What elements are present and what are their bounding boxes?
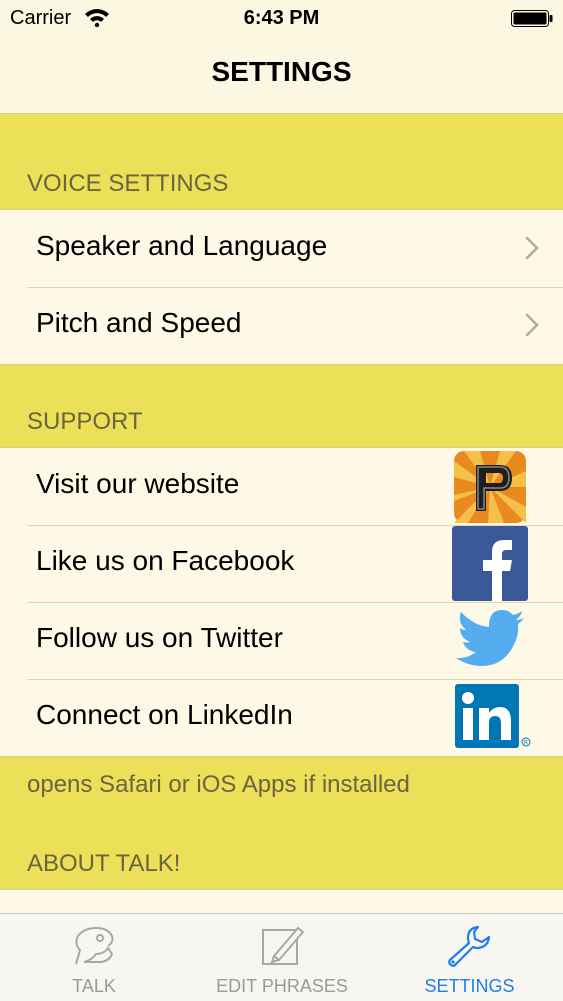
twitter-row[interactable]: Follow us on Twitter [0,602,563,679]
about-header: ABOUT TALK! [27,850,181,877]
tab-label: EDIT PHRASES [216,976,348,996]
svg-text:R: R [524,740,528,747]
status-bar: Carrier 6:43 PM [0,0,563,36]
row-label: Speaker and Language [36,230,328,261]
chevron-right-icon [525,236,539,260]
talk-icon [75,926,114,965]
app-logo-icon [454,451,526,523]
voice-settings-group: Speaker and Language Pitch and Speed [0,209,563,365]
tab-label: SETTINGS [424,976,515,996]
battery-icon [511,10,553,27]
tab-bar: TALK EDIT PHRASES SETTINGS [0,913,563,1001]
tab-edit-phrases[interactable]: EDIT PHRASES [188,914,376,1001]
facebook-icon [452,526,528,601]
pitch-speed-row[interactable]: Pitch and Speed [0,287,563,364]
tab-talk[interactable]: TALK [0,914,188,1001]
linkedin-row[interactable]: Connect on LinkedIn R [0,679,563,756]
tab-label: TALK [72,976,116,996]
support-footer-note: opens Safari or iOS Apps if installed [27,771,410,798]
chevron-right-icon [525,313,539,337]
linkedin-icon: R [455,684,531,748]
support-header: SUPPORT [27,408,143,435]
speaker-language-row[interactable]: Speaker and Language [0,210,563,287]
clock: 6:43 PM [243,7,320,29]
tab-settings[interactable]: SETTINGS [376,914,563,1001]
row-label: Like us on Facebook [36,545,295,576]
row-label: Follow us on Twitter [36,622,283,653]
row-label: Connect on LinkedIn [36,699,293,730]
row-label: Pitch and Speed [36,307,242,338]
facebook-row[interactable]: Like us on Facebook [0,525,563,602]
support-group: Visit our website Like us on Facebook Fo… [0,447,563,757]
wrench-icon [448,925,491,967]
edit-icon [262,926,305,965]
visit-website-row[interactable]: Visit our website [0,448,563,525]
row-label: Visit our website [36,468,240,499]
navigation-bar: SETTINGS [0,36,563,114]
page-title: SETTINGS [211,56,352,87]
twitter-icon [456,610,524,666]
voice-settings-header: VOICE SETTINGS [27,170,229,197]
